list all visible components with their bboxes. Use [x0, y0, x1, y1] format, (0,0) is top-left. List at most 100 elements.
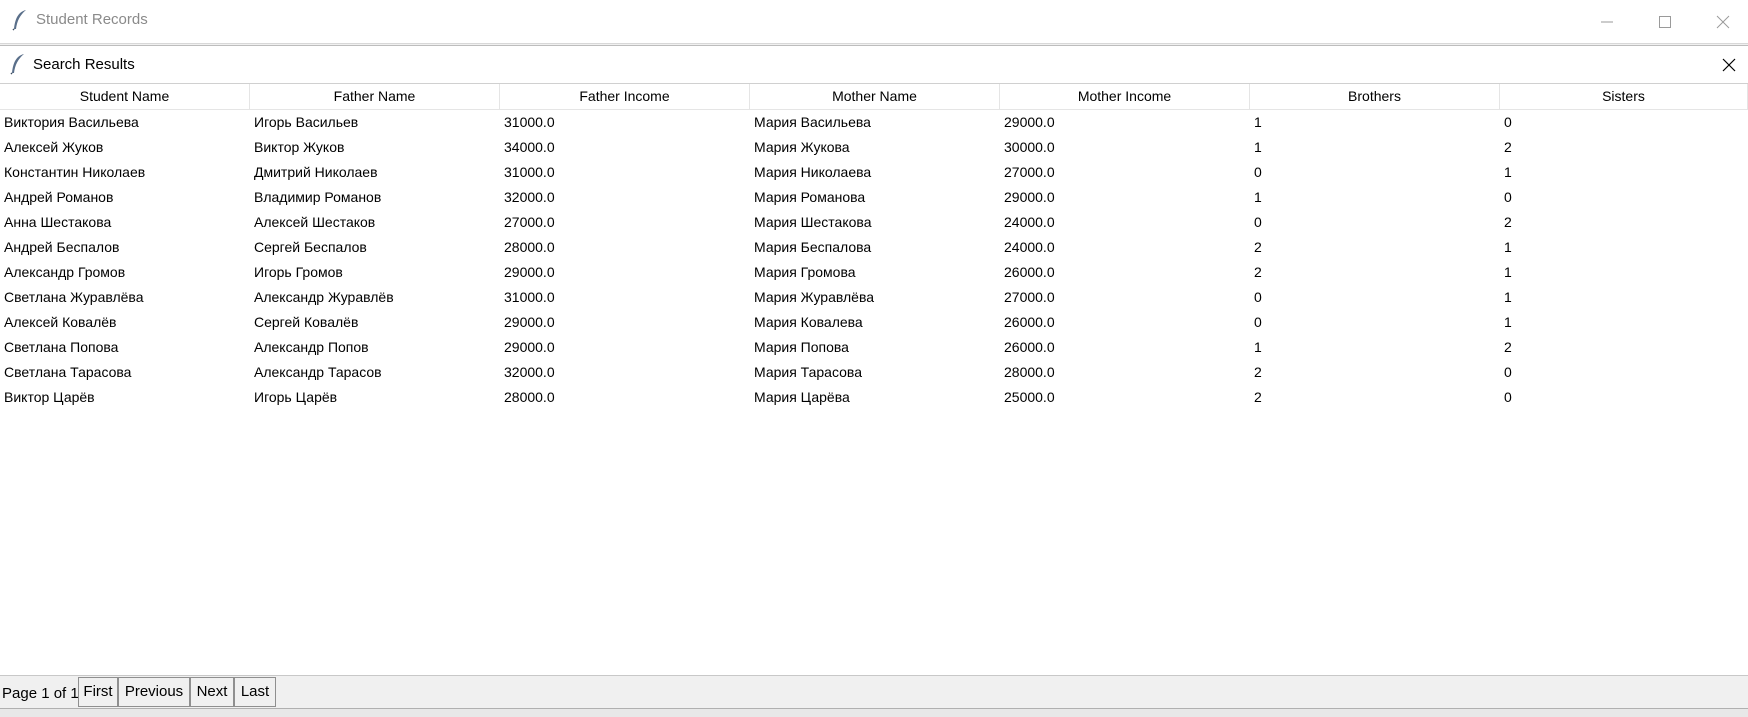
column-header-brothers[interactable]: Brothers [1250, 84, 1500, 109]
page-info-label: Page 1 of 1 [2, 685, 79, 702]
cell-father-income: 27000.0 [504, 214, 555, 230]
cell-mother-name: Мария Шестакова [754, 214, 872, 230]
column-header-sisters[interactable]: Sisters [1500, 84, 1748, 109]
cell-mother-name: Мария Николаева [754, 164, 872, 180]
close-icon [1716, 15, 1730, 29]
cell-brothers: 0 [1254, 214, 1262, 230]
next-page-button[interactable]: Next [190, 677, 234, 707]
cell-student-name: Анна Шестакова [4, 214, 112, 230]
cell-student-name: Александр Громов [4, 264, 126, 280]
dialog-close-button[interactable] [1714, 50, 1744, 80]
cell-mother-income: 28000.0 [1004, 364, 1055, 380]
cell-father-income: 34000.0 [504, 139, 555, 155]
cell-student-name: Константин Николаев [4, 164, 146, 180]
cell-student-name: Светлана Попова [4, 339, 119, 355]
window-close-button[interactable] [1694, 0, 1748, 44]
main-window-title: Student Records [36, 11, 148, 28]
last-page-button[interactable]: Last [234, 677, 276, 707]
cell-mother-name: Мария Громова [754, 264, 856, 280]
cell-student-name: Алексей Жуков [4, 139, 104, 155]
close-icon [1722, 58, 1736, 72]
cell-father-name: Александр Попов [254, 339, 369, 355]
cell-father-name: Сергей Ковалёв [254, 314, 359, 330]
table-header: Student Name Father Name Father Income Moth… [0, 84, 1748, 110]
cell-mother-income: 24000.0 [1004, 239, 1055, 255]
cell-mother-name: Мария Романова [754, 189, 866, 205]
table-row[interactable]: Анна Шестакова Алексей Шестаков 27000.0 Мар… [0, 210, 1748, 235]
cell-father-name: Виктор Жуков [254, 139, 345, 155]
cell-mother-income: 30000.0 [1004, 139, 1055, 155]
maximize-icon [1659, 16, 1671, 28]
cell-sisters: 2 [1504, 139, 1512, 155]
feather-icon [10, 53, 26, 80]
cell-student-name: Андрей Романов [4, 189, 114, 205]
cell-sisters: 0 [1504, 364, 1512, 380]
table-row[interactable]: Алексей Жуков Виктор Жуков 34000.0 Мария Жу… [0, 135, 1748, 160]
cell-sisters: 2 [1504, 214, 1512, 230]
maximize-button[interactable] [1636, 0, 1694, 44]
cell-sisters: 1 [1504, 239, 1512, 255]
cell-mother-name: Мария Ковалева [754, 314, 863, 330]
table-row[interactable]: Александр Громов Игорь Громов 29000.0 Мария… [0, 260, 1748, 285]
column-header-mother-name[interactable]: Mother Name [750, 84, 1000, 109]
cell-mother-name: Мария Беспалова [754, 239, 872, 255]
table-row[interactable]: Светлана Попова Александр Попов 29000.0 Мар… [0, 335, 1748, 360]
cell-sisters: 1 [1504, 314, 1512, 330]
cell-father-name: Владимир Романов [254, 189, 382, 205]
cell-mother-income: 27000.0 [1004, 289, 1055, 305]
column-header-father-name[interactable]: Father Name [250, 84, 500, 109]
cell-mother-income: 29000.0 [1004, 114, 1055, 130]
cell-student-name: Андрей Беспалов [4, 239, 120, 255]
table-row[interactable]: Андрей Романов Владимир Романов 32000.0 Мар… [0, 185, 1748, 210]
cell-sisters: 1 [1504, 164, 1512, 180]
cell-sisters: 1 [1504, 289, 1512, 305]
cell-father-income: 31000.0 [504, 289, 555, 305]
cell-mother-name: Мария Васильева [754, 114, 871, 130]
cell-mother-name: Мария Царёва [754, 389, 850, 405]
column-header-father-income[interactable]: Father Income [500, 84, 750, 109]
cell-brothers: 2 [1254, 389, 1262, 405]
table-row[interactable]: Виктория Васильева Игорь Васильев 31000.0 М… [0, 110, 1748, 135]
table-body: Виктория Васильева Игорь Васильев 31000.0 М… [0, 110, 1748, 410]
cell-father-income: 32000.0 [504, 189, 555, 205]
feather-icon [12, 9, 28, 36]
cell-mother-income: 26000.0 [1004, 314, 1055, 330]
cell-father-name: Дмитрий Николаев [254, 164, 378, 180]
table-row[interactable]: Алексей Ковалёв Сергей Ковалёв 29000.0 Мари… [0, 310, 1748, 335]
cell-student-name: Виктория Васильева [4, 114, 139, 130]
cell-father-name: Александр Тарасов [254, 364, 382, 380]
table-row[interactable]: Светлана Тарасова Александр Тарасов 32000.… [0, 360, 1748, 385]
minimize-button[interactable] [1578, 0, 1636, 44]
column-header-student-name[interactable]: Student Name [0, 84, 250, 109]
cell-father-name: Алексей Шестаков [254, 214, 376, 230]
cell-father-income: 31000.0 [504, 114, 555, 130]
cell-mother-income: 25000.0 [1004, 389, 1055, 405]
cell-brothers: 1 [1254, 339, 1262, 355]
cell-brothers: 0 [1254, 289, 1262, 305]
table-row[interactable]: Андрей Беспалов Сергей Беспалов 28000.0 Мар… [0, 235, 1748, 260]
results-table[interactable]: Student Name Father Name Father Income Moth… [0, 84, 1748, 675]
cell-mother-name: Мария Жукова [754, 139, 850, 155]
cell-mother-name: Мария Тарасова [754, 364, 862, 380]
cell-sisters: 0 [1504, 389, 1512, 405]
cell-father-name: Игорь Царёв [254, 389, 338, 405]
cell-sisters: 0 [1504, 114, 1512, 130]
cell-brothers: 0 [1254, 164, 1262, 180]
table-row[interactable]: Светлана Журавлёва Александр Журавлёв 3100… [0, 285, 1748, 310]
table-row[interactable]: Виктор Царёв Игорь Царёв 28000.0 Мария Царё… [0, 385, 1748, 410]
first-page-button[interactable]: First [78, 677, 118, 707]
dialog-titlebar: Search Results [0, 46, 1748, 84]
cell-sisters: 2 [1504, 339, 1512, 355]
column-header-mother-income[interactable]: Mother Income [1000, 84, 1250, 109]
cell-student-name: Виктор Царёв [4, 389, 95, 405]
cell-father-income: 29000.0 [504, 264, 555, 280]
pagination-bar: Page 1 of 1 First Previous Next Last [0, 675, 1748, 717]
cell-brothers: 2 [1254, 364, 1262, 380]
table-row[interactable]: Константин Николаев Дмитрий Николаев 31000… [0, 160, 1748, 185]
cell-brothers: 2 [1254, 239, 1262, 255]
previous-page-button[interactable]: Previous [118, 677, 190, 707]
cell-father-income: 31000.0 [504, 164, 555, 180]
cell-father-income: 28000.0 [504, 389, 555, 405]
cell-father-income: 29000.0 [504, 314, 555, 330]
cell-mother-income: 26000.0 [1004, 264, 1055, 280]
